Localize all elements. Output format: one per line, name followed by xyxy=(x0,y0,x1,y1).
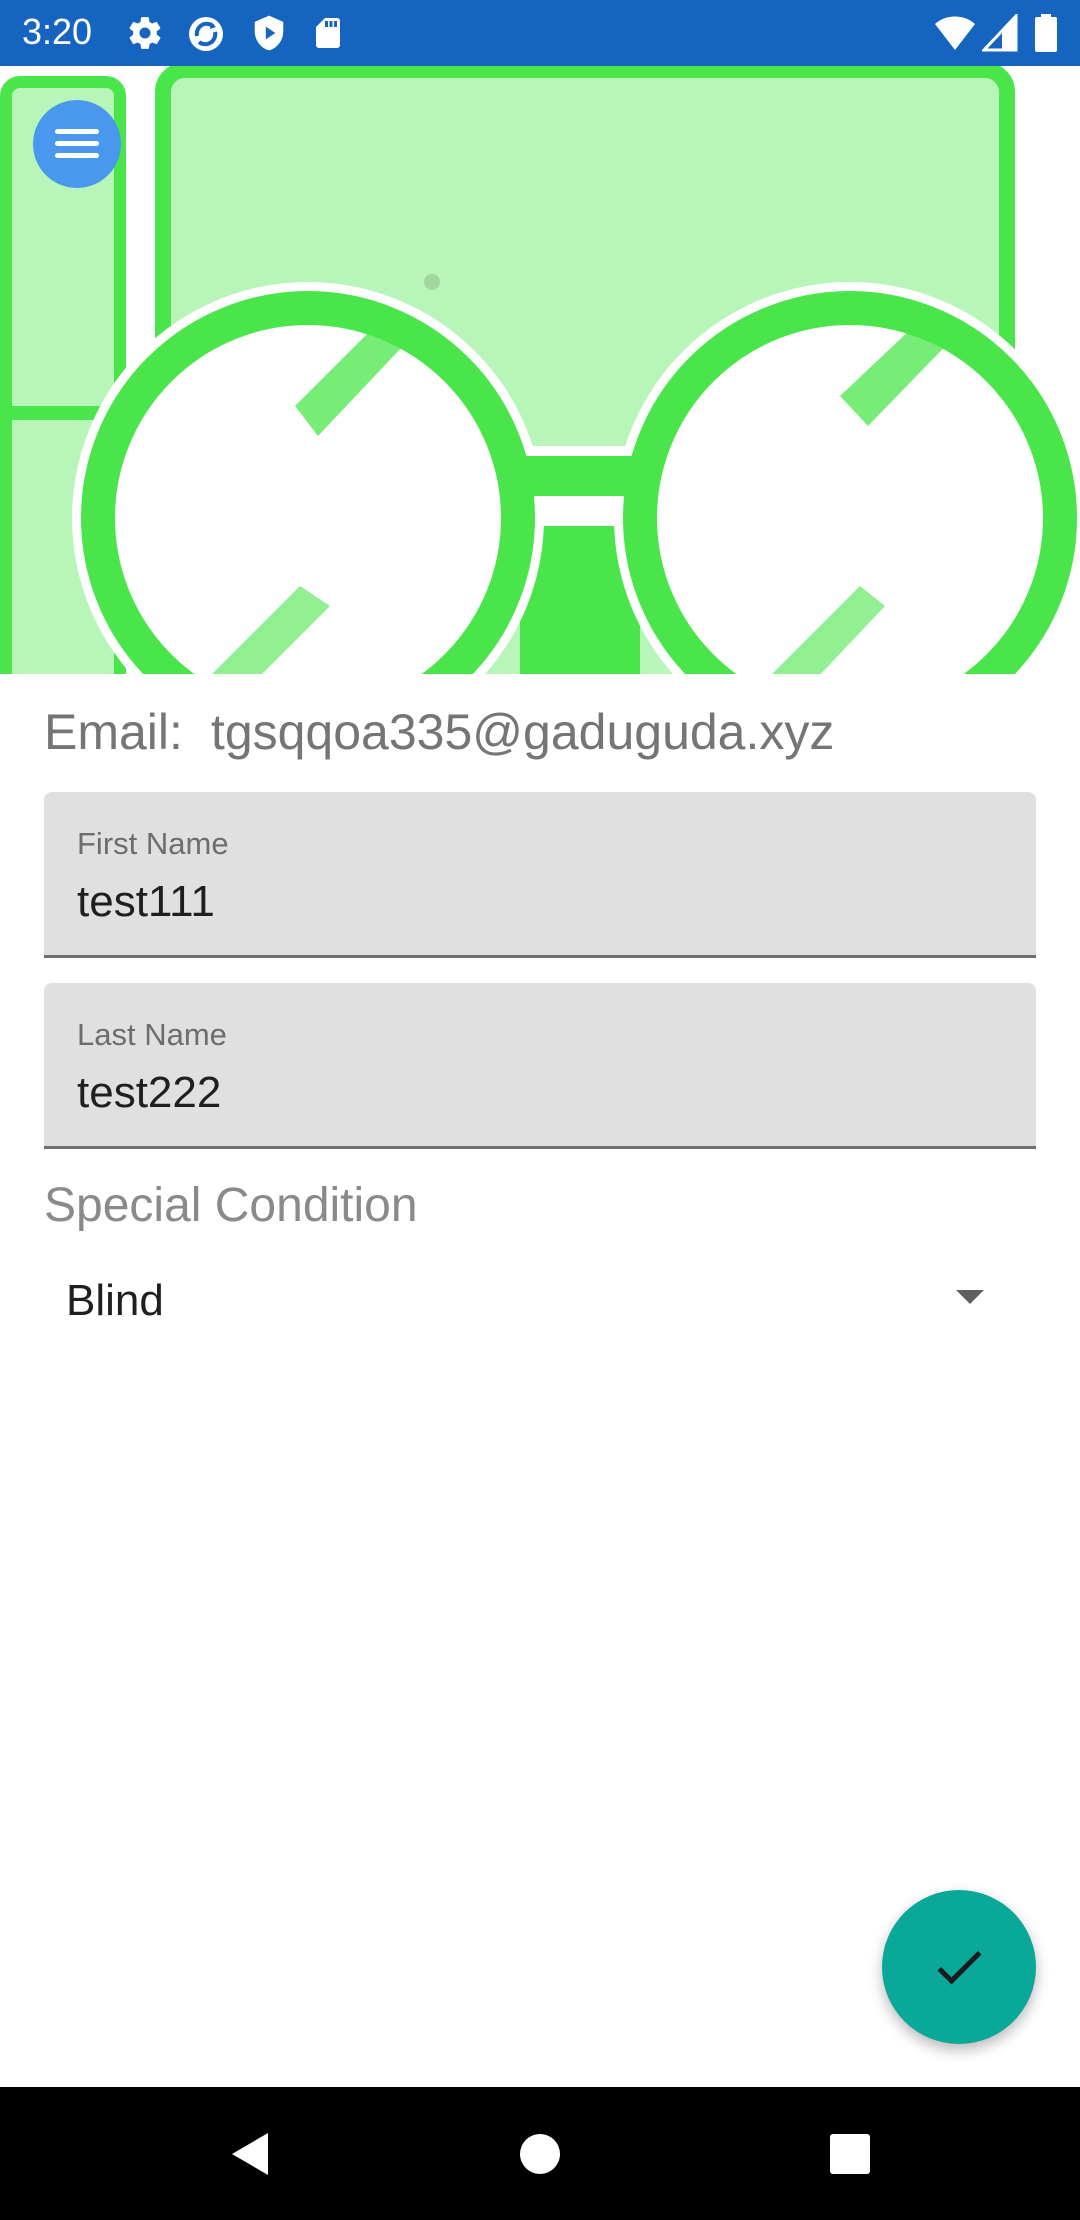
recents-icon xyxy=(830,2134,870,2174)
menu-button[interactable] xyxy=(33,100,121,188)
header-image xyxy=(0,66,1080,674)
first-name-label: First Name xyxy=(77,826,229,861)
nav-back-button[interactable] xyxy=(190,2087,310,2220)
first-name-field[interactable]: First Name test111 xyxy=(44,792,1036,958)
last-name-label: Last Name xyxy=(77,1017,227,1052)
battery-icon xyxy=(1034,14,1058,52)
play-shield-icon xyxy=(250,14,288,52)
email-label: Email: xyxy=(44,704,183,760)
last-name-field[interactable]: Last Name test222 xyxy=(44,983,1036,1149)
special-condition-value: Blind xyxy=(66,1276,164,1325)
nav-home-button[interactable] xyxy=(480,2087,600,2220)
last-name-value[interactable]: test222 xyxy=(77,1067,221,1119)
sd-card-icon xyxy=(310,14,348,52)
wifi-icon xyxy=(934,14,976,52)
hamburger-menu-icon xyxy=(55,129,99,134)
save-fab-button[interactable] xyxy=(882,1890,1036,2044)
special-condition-title: Special Condition xyxy=(44,1179,418,1232)
profile-screen: 3:20 Email: tgsqqoa335@gaduguda.xyz Firs… xyxy=(0,0,1080,2220)
nav-recents-button[interactable] xyxy=(790,2087,910,2220)
special-condition-dropdown[interactable]: Blind xyxy=(44,1262,1036,1346)
email-row: Email: tgsqqoa335@gaduguda.xyz xyxy=(44,700,834,764)
cell-signal-icon xyxy=(980,12,1018,52)
sync-icon xyxy=(186,14,224,52)
glasses-logo xyxy=(0,66,1080,674)
email-value: tgsqqoa335@gaduguda.xyz xyxy=(210,704,835,760)
dropdown-arrow-icon xyxy=(956,1290,984,1304)
status-bar: 3:20 xyxy=(0,0,1080,66)
gear-icon xyxy=(126,14,164,52)
status-time: 3:20 xyxy=(22,11,93,52)
hamburger-menu-icon-bar xyxy=(55,153,99,158)
home-icon xyxy=(520,2134,560,2174)
checkmark-icon xyxy=(937,1950,982,1985)
back-icon xyxy=(232,2133,268,2175)
first-name-value[interactable]: test111 xyxy=(77,876,215,928)
hamburger-menu-icon-bar xyxy=(55,141,99,146)
navigation-bar xyxy=(0,2087,1080,2220)
